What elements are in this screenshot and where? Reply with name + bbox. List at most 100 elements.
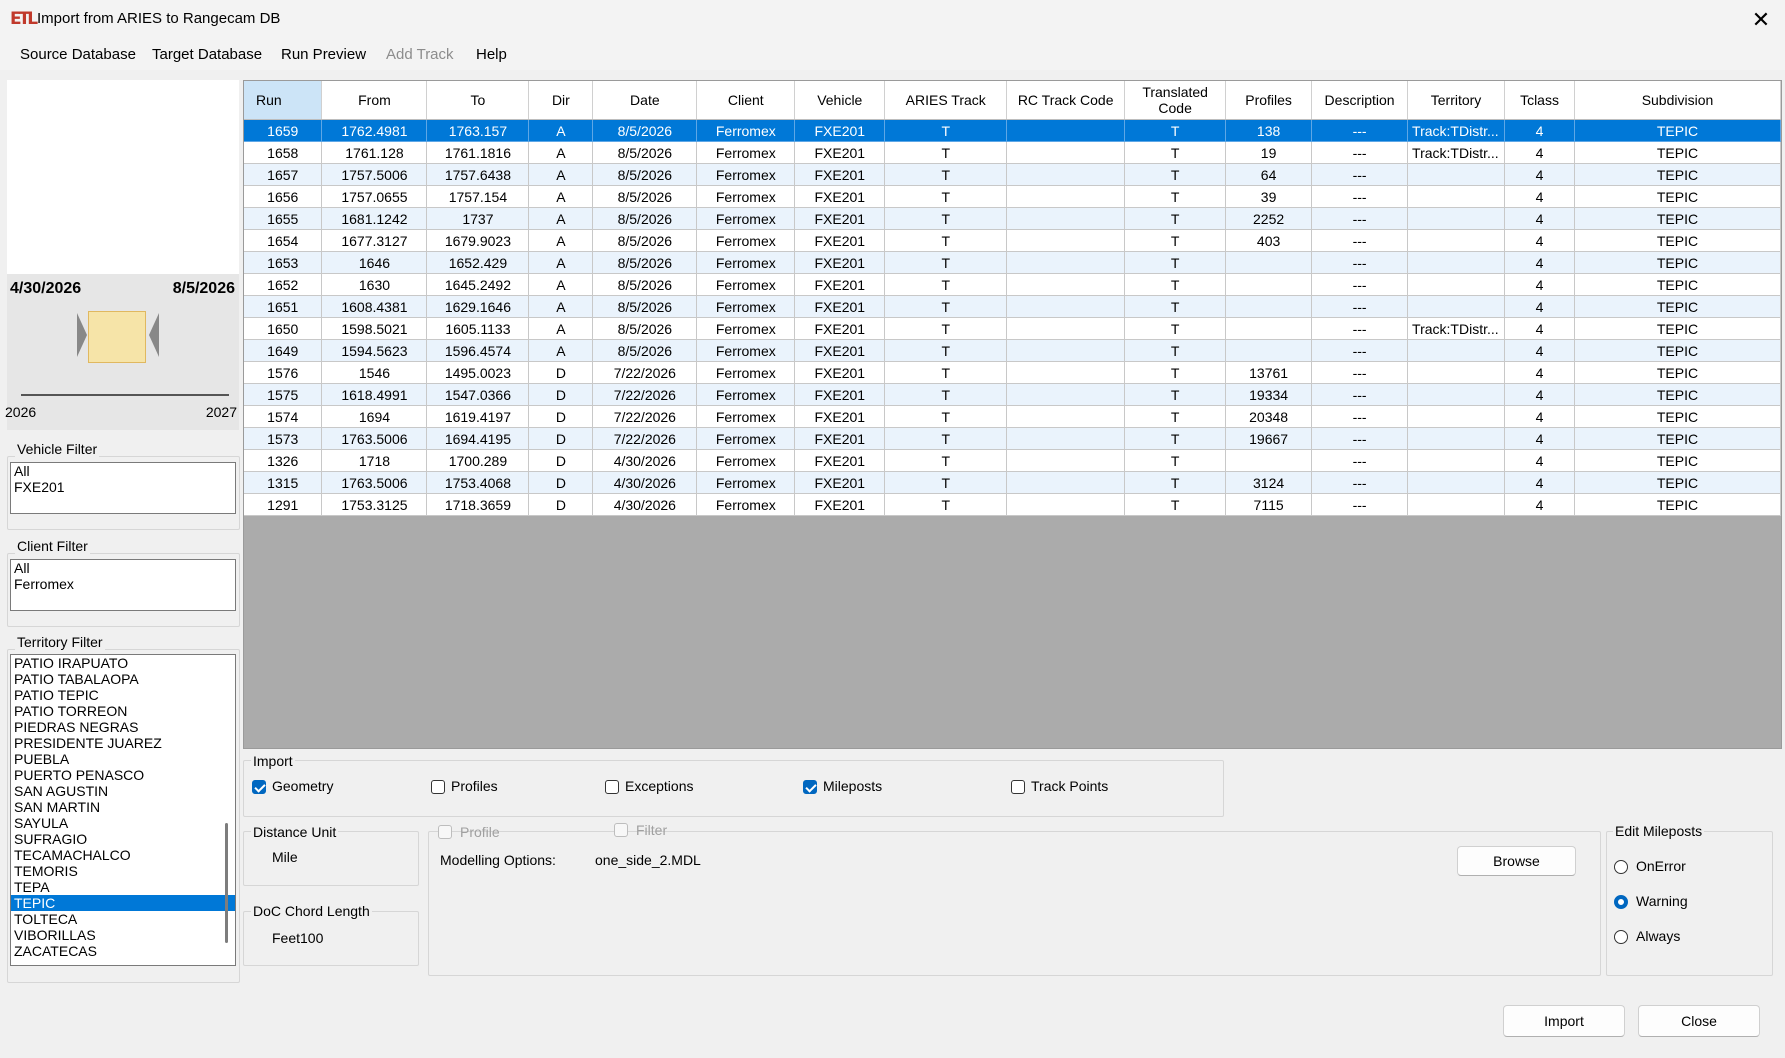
- territory-item[interactable]: TEMORIS: [11, 863, 235, 879]
- column-header[interactable]: Translated Code: [1124, 81, 1227, 120]
- table-cell: ---: [1311, 185, 1409, 208]
- territory-item[interactable]: SAN MARTIN: [11, 799, 235, 815]
- column-header[interactable]: From: [321, 81, 428, 120]
- browse-button[interactable]: Browse: [1457, 846, 1576, 876]
- range-axis-line: [21, 394, 229, 396]
- territory-item[interactable]: TOLTECA: [11, 911, 235, 927]
- runs-grid[interactable]: Run From To Dir Date Client Vehicle ARIES Track…: [243, 80, 1782, 749]
- column-header[interactable]: RC Track Code: [1006, 81, 1126, 120]
- column-header[interactable]: Dir: [528, 81, 594, 120]
- table-row[interactable]: 1575 1618.4991 1547.0366 D 7/22/2026 Ferromex…: [244, 383, 1781, 406]
- table-row[interactable]: 1574 1694 1619.4197 D 7/22/2026 Ferromex FXE20…: [244, 405, 1781, 428]
- territory-item[interactable]: PUERTO PENASCO: [11, 767, 235, 783]
- list-item[interactable]: FXE201: [11, 479, 235, 495]
- territory-item[interactable]: SUFRAGIO: [11, 831, 235, 847]
- table-cell: 4: [1504, 339, 1575, 362]
- table-row[interactable]: 1576 1546 1495.0023 D 7/22/2026 Ferromex FXE20…: [244, 361, 1781, 384]
- column-header[interactable]: Vehicle: [794, 81, 886, 120]
- territory-item[interactable]: VIBORILLAS: [11, 927, 235, 943]
- close-window-icon[interactable]: ✕: [1744, 4, 1778, 36]
- table-row[interactable]: 1658 1761.128 1761.1816 A 8/5/2026 Ferromex FX…: [244, 141, 1781, 164]
- table-row[interactable]: 1315 1763.5006 1753.4068 D 4/30/2026 Ferromex…: [244, 471, 1781, 494]
- range-left-handle[interactable]: [77, 313, 87, 357]
- close-button[interactable]: Close: [1638, 1005, 1760, 1037]
- table-cell: 4: [1504, 405, 1575, 428]
- territory-item[interactable]: PATIO IRAPUATO: [11, 655, 235, 671]
- list-item[interactable]: All: [11, 463, 235, 479]
- radio-onerror-label[interactable]: OnError: [1636, 858, 1686, 874]
- geometry-checkbox[interactable]: [252, 780, 266, 794]
- radio-warning-label[interactable]: Warning: [1636, 893, 1688, 909]
- table-cell: [1006, 383, 1126, 406]
- territory-item[interactable]: PATIO TEPIC: [11, 687, 235, 703]
- list-item[interactable]: Ferromex: [11, 576, 235, 592]
- doc-chord-value[interactable]: Feet100: [272, 930, 323, 946]
- table-cell: ---: [1311, 361, 1409, 384]
- territory-item[interactable]: PRESIDENTE JUAREZ: [11, 735, 235, 751]
- table-row[interactable]: 1654 1677.3127 1679.9023 A 8/5/2026 Ferromex F…: [244, 229, 1781, 252]
- table-row[interactable]: 1291 1753.3125 1718.3659 D 4/30/2026 Ferromex…: [244, 493, 1781, 516]
- table-cell: [1006, 361, 1126, 384]
- range-selection-box[interactable]: [88, 311, 146, 363]
- mileposts-checkbox-label[interactable]: Mileposts: [823, 778, 882, 794]
- vehicle-filter-list[interactable]: All FXE201: [10, 462, 236, 514]
- column-header[interactable]: Subdivision: [1574, 81, 1781, 120]
- column-header[interactable]: Client: [696, 81, 796, 120]
- track-points-checkbox[interactable]: [1011, 780, 1025, 794]
- territory-item[interactable]: PATIO TABALAOPA: [11, 671, 235, 687]
- mileposts-checkbox[interactable]: [803, 780, 817, 794]
- list-item[interactable]: All: [11, 560, 235, 576]
- column-header[interactable]: Run: [244, 81, 323, 120]
- table-row[interactable]: 1653 1646 1652.429 A 8/5/2026 Ferromex FXE201 T…: [244, 251, 1781, 274]
- table-cell: [1407, 383, 1506, 406]
- exceptions-checkbox-label[interactable]: Exceptions: [625, 778, 693, 794]
- exceptions-checkbox[interactable]: [605, 780, 619, 794]
- profiles-checkbox[interactable]: [431, 780, 445, 794]
- table-row[interactable]: 1652 1630 1645.2492 A 8/5/2026 Ferromex FXE201…: [244, 273, 1781, 296]
- table-row[interactable]: 1326 1718 1700.289 D 4/30/2026 Ferromex FXE201…: [244, 449, 1781, 472]
- table-row[interactable]: 1657 1757.5006 1757.6438 A 8/5/2026 Ferromex F…: [244, 163, 1781, 186]
- radio-onerror[interactable]: [1614, 860, 1628, 874]
- column-header[interactable]: To: [426, 81, 530, 120]
- profiles-checkbox-label[interactable]: Profiles: [451, 778, 498, 794]
- territory-item[interactable]: TEPA: [11, 879, 235, 895]
- territory-item[interactable]: PATIO TORREON: [11, 703, 235, 719]
- territory-item[interactable]: TEPIC: [11, 895, 235, 911]
- territory-item[interactable]: PUEBLA: [11, 751, 235, 767]
- radio-always-label[interactable]: Always: [1636, 928, 1680, 944]
- radio-always[interactable]: [1614, 930, 1628, 944]
- track-points-checkbox-label[interactable]: Track Points: [1031, 778, 1108, 794]
- menu-run-preview[interactable]: Run Preview: [281, 46, 366, 63]
- column-header[interactable]: Description: [1311, 81, 1409, 120]
- menu-target-database[interactable]: Target Database: [152, 46, 262, 63]
- territory-scrollbar[interactable]: [225, 823, 228, 943]
- table-row[interactable]: 1650 1598.5021 1605.1133 A 8/5/2026 Ferromex F…: [244, 317, 1781, 340]
- table-row[interactable]: 1656 1757.0655 1757.154 A 8/5/2026 Ferromex FX…: [244, 185, 1781, 208]
- geometry-checkbox-label[interactable]: Geometry: [272, 778, 333, 794]
- column-header[interactable]: Profiles: [1225, 81, 1313, 120]
- table-row[interactable]: 1573 1763.5006 1694.4195 D 7/22/2026 Ferromex…: [244, 427, 1781, 450]
- territory-item[interactable]: SAYULA: [11, 815, 235, 831]
- column-header[interactable]: Tclass: [1504, 81, 1575, 120]
- column-header[interactable]: Territory: [1407, 81, 1506, 120]
- table-row[interactable]: 1655 1681.1242 1737 A 8/5/2026 Ferromex FXE201…: [244, 207, 1781, 230]
- table-row[interactable]: 1651 1608.4381 1629.1646 A 8/5/2026 Ferromex F…: [244, 295, 1781, 318]
- radio-warning[interactable]: [1614, 895, 1628, 909]
- table-row[interactable]: 1659 1762.4981 1763.157 A 8/5/2026 Ferromex FX…: [244, 119, 1781, 142]
- menu-help[interactable]: Help: [476, 46, 507, 63]
- table-cell: ---: [1311, 383, 1409, 406]
- distance-unit-value[interactable]: Mile: [272, 849, 298, 865]
- client-filter-list[interactable]: All Ferromex: [10, 559, 236, 611]
- territory-item[interactable]: ZACATECAS: [11, 943, 235, 959]
- table-row[interactable]: 1649 1594.5623 1596.4574 A 8/5/2026 Ferromex F…: [244, 339, 1781, 362]
- import-button[interactable]: Import: [1503, 1005, 1625, 1037]
- territory-item[interactable]: SAN AGUSTIN: [11, 783, 235, 799]
- range-end-date: 8/5/2026: [172, 280, 235, 297]
- territory-item[interactable]: TECAMACHALCO: [11, 847, 235, 863]
- range-right-handle[interactable]: [149, 313, 159, 357]
- menu-source-database[interactable]: Source Database: [20, 46, 136, 63]
- territory-filter-list[interactable]: PATIO IRAPUATO PATIO TABALAOPA PATIO TEPIC…: [10, 654, 236, 966]
- territory-item[interactable]: PIEDRAS NEGRAS: [11, 719, 235, 735]
- column-header[interactable]: ARIES Track: [884, 81, 1008, 120]
- column-header[interactable]: Date: [592, 81, 698, 120]
